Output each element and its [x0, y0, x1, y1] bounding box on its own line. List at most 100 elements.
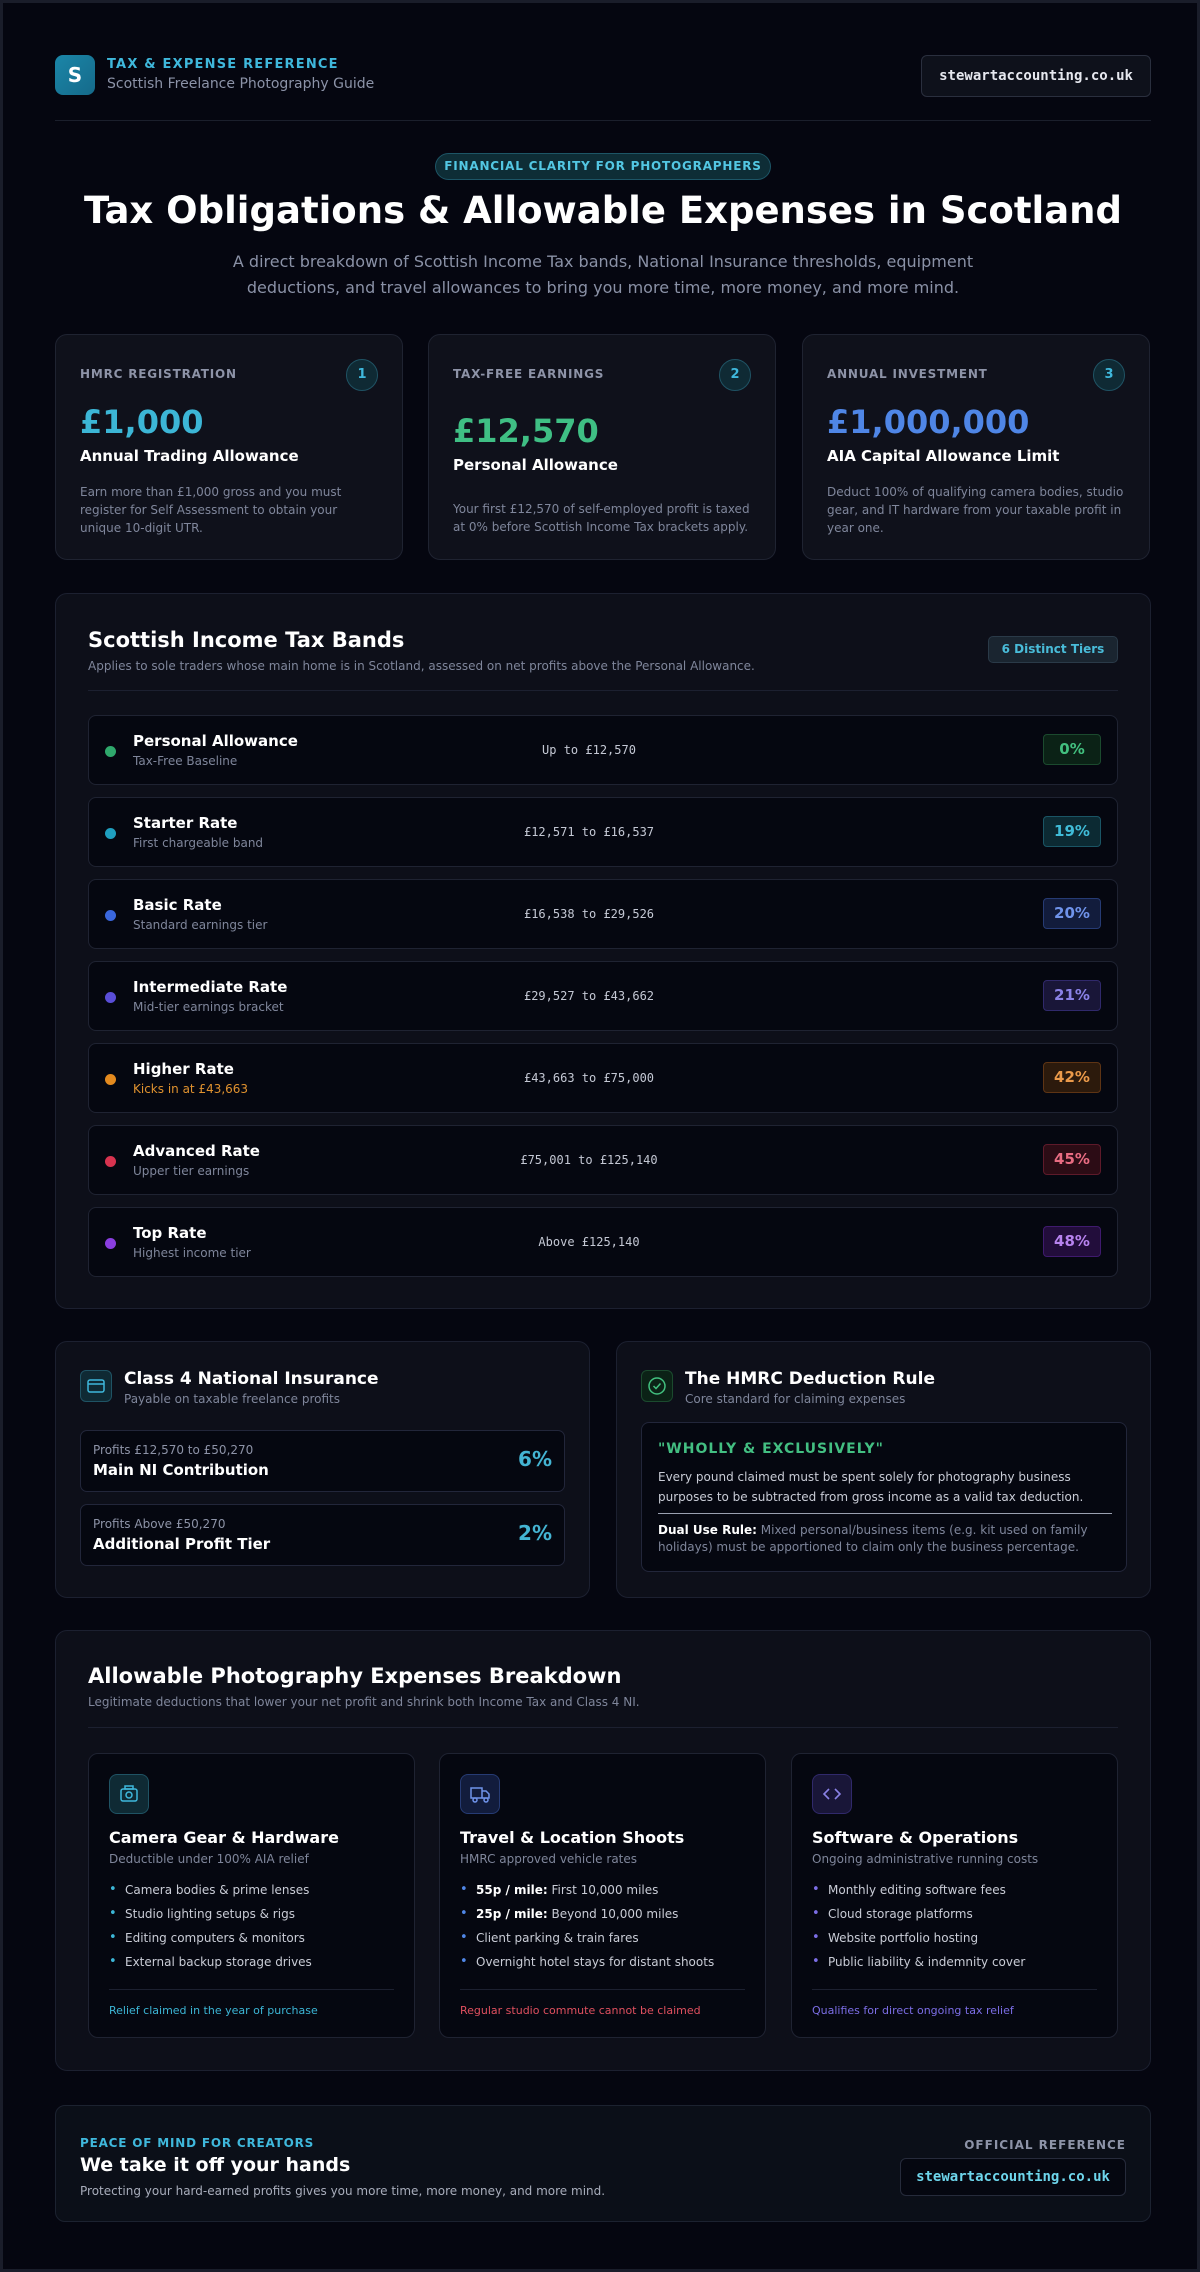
- ni-subtitle: Payable on taxable freelance profits: [124, 1392, 340, 1406]
- list-item: Editing computers & monitors: [109, 1930, 399, 1954]
- list-item: Client parking & train fares: [460, 1930, 750, 1954]
- band-name: Basic Rate: [133, 896, 222, 914]
- tax-band-row: Starter Rate First chargeable band £12,571…: [88, 797, 1118, 867]
- band-rate-badge: 48%: [1043, 1226, 1101, 1257]
- page-frame: S TAX & EXPENSE REFERENCE Scottish Freel…: [3, 3, 1197, 2269]
- list-item: Camera bodies & prime lenses: [109, 1882, 399, 1906]
- ni-threshold: Profits Above £50,270: [93, 1517, 226, 1531]
- truck-icon: [460, 1774, 500, 1814]
- band-rate-badge: 42%: [1043, 1062, 1101, 1093]
- code-icon: [812, 1774, 852, 1814]
- list-item: Monthly editing software fees: [812, 1882, 1102, 1906]
- stat-card-registration: HMRC REGISTRATION 1 £1,000 Annual Tradin…: [55, 334, 403, 560]
- band-name: Higher Rate: [133, 1060, 234, 1078]
- list-item: Website portfolio hosting: [812, 1930, 1102, 1954]
- expenses-title: Allowable Photography Expenses Breakdown: [88, 1664, 622, 1688]
- list-item: Public liability & indemnity cover: [812, 1954, 1102, 1978]
- card-divider: [812, 1989, 1097, 1990]
- expense-list: Monthly editing software fees Cloud stor…: [812, 1882, 1102, 1978]
- rule-divider: [658, 1513, 1112, 1514]
- footer-subtitle: Protecting your hard-earned profits give…: [80, 2184, 606, 2198]
- list-item: 25p / mile: Beyond 10,000 miles: [460, 1906, 750, 1930]
- panel-divider: [88, 690, 1118, 691]
- band-name: Starter Rate: [133, 814, 238, 832]
- rule-title: The HMRC Deduction Rule: [685, 1369, 935, 1389]
- stat-value: £1,000: [80, 403, 204, 441]
- band-range: £75,001 to £125,140: [520, 1153, 658, 1167]
- ni-tier-name: Additional Profit Tier: [93, 1535, 271, 1553]
- tax-band-row: Higher Rate Kicks in at £43,663 £43,663 to…: [88, 1043, 1118, 1113]
- stat-value: £12,570: [453, 412, 599, 450]
- expense-title: Camera Gear & Hardware: [109, 1828, 339, 1847]
- band-range: £43,663 to £75,000: [523, 1071, 655, 1085]
- tax-band-row: Top Rate Highest income tier Above £125,14…: [88, 1207, 1118, 1277]
- expense-footnote: Relief claimed in the year of purchase: [109, 2004, 318, 2017]
- stat-label: ANNUAL INVESTMENT: [827, 367, 988, 381]
- card-divider: [460, 1989, 745, 1990]
- rule-subtitle: Core standard for claiming expenses: [685, 1392, 906, 1406]
- tax-band-row: Basic Rate Standard earnings tier £16,538 …: [88, 879, 1118, 949]
- panel-divider: [88, 1727, 1118, 1728]
- ni-threshold: Profits £12,570 to £50,270: [93, 1443, 254, 1457]
- band-rate-badge: 0%: [1043, 734, 1101, 765]
- stat-number-badge: 3: [1093, 359, 1125, 391]
- expense-card-camera: Camera Gear & Hardware Deductible under …: [88, 1753, 415, 2038]
- expense-subtitle: HMRC approved vehicle rates: [460, 1852, 638, 1866]
- brand-kicker: TAX & EXPENSE REFERENCE: [107, 57, 339, 72]
- tiers-badge: 6 Distinct Tiers: [988, 636, 1118, 663]
- site-footer: PEACE OF MIND FOR CREATORS We take it of…: [55, 2105, 1151, 2222]
- band-rate-badge: 20%: [1043, 898, 1101, 929]
- ni-row: Profits Above £50,270 Additional Profit …: [80, 1504, 565, 1566]
- footer-website-button[interactable]: stewartaccounting.co.uk: [900, 2158, 1126, 2196]
- band-rate-badge: 19%: [1043, 816, 1101, 847]
- band-dot: [105, 992, 116, 1003]
- stat-label: TAX-FREE EARNINGS: [453, 367, 605, 381]
- rule-text: Every pound claimed must be spent solely…: [658, 1470, 1084, 1504]
- expense-card-travel: Travel & Location Shoots HMRC approved v…: [439, 1753, 766, 2038]
- band-description: Highest income tier: [133, 1246, 251, 1260]
- expense-subtitle: Ongoing administrative running costs: [812, 1852, 1039, 1866]
- site-header: S TAX & EXPENSE REFERENCE Scottish Freel…: [55, 55, 1151, 121]
- expense-footnote: Regular studio commute cannot be claimed: [460, 2004, 701, 2017]
- band-dot: [105, 1074, 116, 1085]
- stat-card-tax-free: TAX-FREE EARNINGS 2 £12,570 Personal All…: [428, 334, 776, 560]
- card-divider: [109, 1989, 394, 1990]
- footer-kicker: PEACE OF MIND FOR CREATORS: [80, 2136, 315, 2150]
- expense-card-software: Software & Operations Ongoing administra…: [791, 1753, 1118, 2038]
- expenses-subtitle: Legitimate deductions that lower your ne…: [88, 1695, 640, 1709]
- band-range: Above £125,140: [538, 1235, 640, 1249]
- band-description: Upper tier earnings: [133, 1164, 250, 1178]
- ni-tier-name: Main NI Contribution: [93, 1461, 269, 1479]
- brand-logo[interactable]: S: [55, 55, 95, 95]
- band-dot: [105, 1238, 116, 1249]
- tax-bands-subtitle: Applies to sole traders whose main home …: [88, 659, 755, 673]
- tax-band-row: Intermediate Rate Mid-tier earnings brack…: [88, 961, 1118, 1031]
- band-description: Standard earnings tier: [133, 918, 268, 932]
- official-reference-label: OFFICIAL REFERENCE: [964, 2138, 1126, 2152]
- tax-bands-title: Scottish Income Tax Bands: [88, 628, 405, 652]
- footer-title: We take it off your hands: [80, 2154, 351, 2176]
- band-name: Intermediate Rate: [133, 978, 288, 996]
- national-insurance-card: Class 4 National Insurance Payable on ta…: [55, 1341, 590, 1598]
- check-circle-icon: [641, 1370, 673, 1402]
- brand-subtitle: Scottish Freelance Photography Guide: [107, 76, 375, 92]
- stat-value: £1,000,000: [827, 403, 1030, 441]
- expense-subtitle: Deductible under 100% AIA relief: [109, 1852, 309, 1866]
- ni-row: Profits £12,570 to £50,270 Main NI Contr…: [80, 1430, 565, 1492]
- stat-title: AIA Capital Allowance Limit: [827, 447, 1060, 465]
- expense-title: Travel & Location Shoots: [460, 1828, 685, 1847]
- ni-rate: 2%: [518, 1521, 552, 1545]
- list-item: Overnight hotel stays for distant shoots: [460, 1954, 750, 1978]
- camera-icon: [109, 1774, 149, 1814]
- stat-description: Your first £12,570 of self-employed prof…: [453, 502, 750, 534]
- band-dot: [105, 1156, 116, 1167]
- band-description: Kicks in at £43,663: [133, 1082, 249, 1096]
- band-description: Mid-tier earnings bracket: [133, 1000, 284, 1014]
- list-item: External backup storage drives: [109, 1954, 399, 1978]
- website-button[interactable]: stewartaccounting.co.uk: [921, 55, 1151, 97]
- stat-description: Deduct 100% of qualifying camera bodies,…: [827, 485, 1124, 535]
- stat-number-badge: 2: [719, 359, 751, 391]
- band-dot: [105, 910, 116, 921]
- band-rate-badge: 45%: [1043, 1144, 1101, 1175]
- stat-title: Annual Trading Allowance: [80, 447, 299, 465]
